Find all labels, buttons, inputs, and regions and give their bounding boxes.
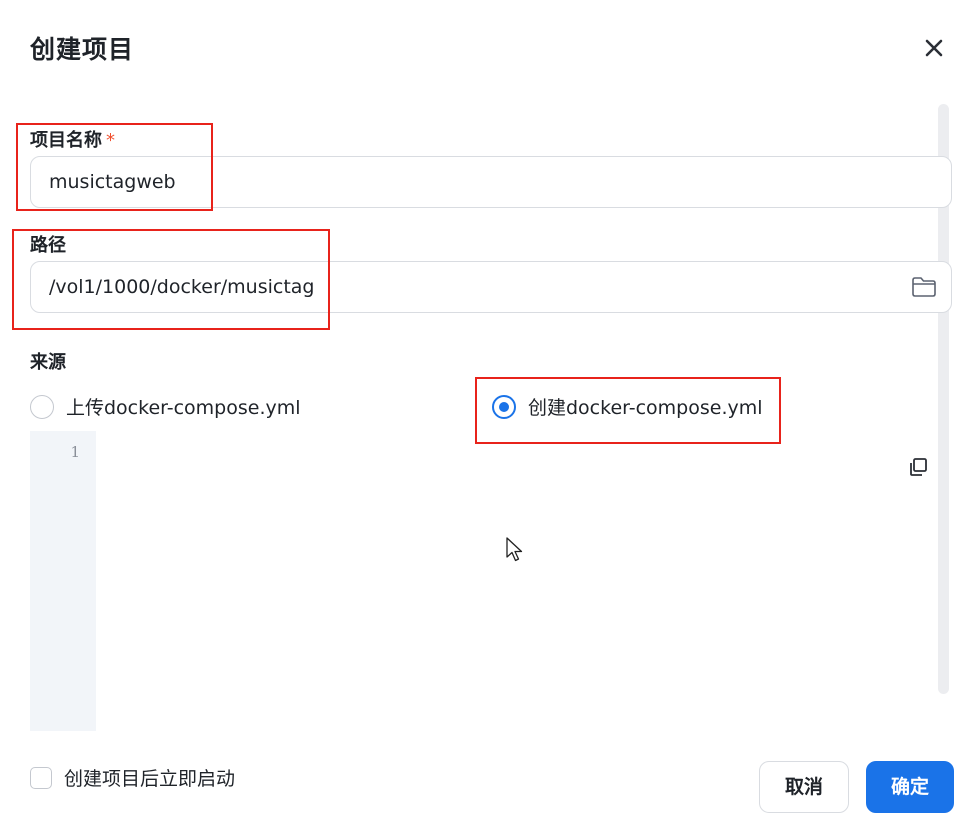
radio-create-compose[interactable]: 创建docker-compose.yml (492, 393, 763, 420)
project-name-value: musictagweb (49, 171, 176, 193)
editor-gutter: 1 (30, 431, 96, 731)
folder-icon[interactable] (911, 275, 937, 299)
autostart-label: 创建项目后立即启动 (64, 768, 236, 790)
path-input[interactable]: /vol1/1000/docker/musictag (30, 261, 952, 313)
source-label: 来源 (30, 352, 66, 373)
path-label: 路径 (30, 235, 66, 256)
project-name-input[interactable]: musictagweb (30, 156, 952, 208)
mouse-cursor-icon (506, 537, 523, 562)
required-mark: * (106, 130, 115, 151)
radio-button-upload[interactable] (30, 394, 54, 419)
autostart-option[interactable]: 创建项目后立即启动 (30, 764, 235, 791)
confirm-button[interactable]: 确定 (866, 761, 954, 813)
path-value: /vol1/1000/docker/musictag (49, 276, 315, 298)
compose-editor[interactable]: 1 (30, 431, 935, 731)
radio-button-create[interactable] (492, 394, 516, 419)
close-icon (925, 39, 943, 57)
radio-upload-label: 上传docker-compose.yml (66, 397, 301, 419)
close-button[interactable] (918, 32, 950, 64)
radio-create-label: 创建docker-compose.yml (528, 397, 763, 419)
radio-upload-compose[interactable]: 上传docker-compose.yml (30, 393, 301, 420)
create-project-dialog: 创建项目 项目名称 * musictagweb 路径 /vol1/1000/doc… (0, 0, 980, 834)
copy-icon[interactable] (907, 456, 929, 478)
project-name-label-text: 项目名称 (30, 130, 102, 151)
dialog-title: 创建项目 (30, 35, 135, 64)
cancel-button[interactable]: 取消 (759, 761, 849, 813)
autostart-checkbox[interactable] (30, 766, 52, 789)
project-name-label: 项目名称 * (30, 126, 115, 152)
line-number: 1 (70, 443, 80, 461)
